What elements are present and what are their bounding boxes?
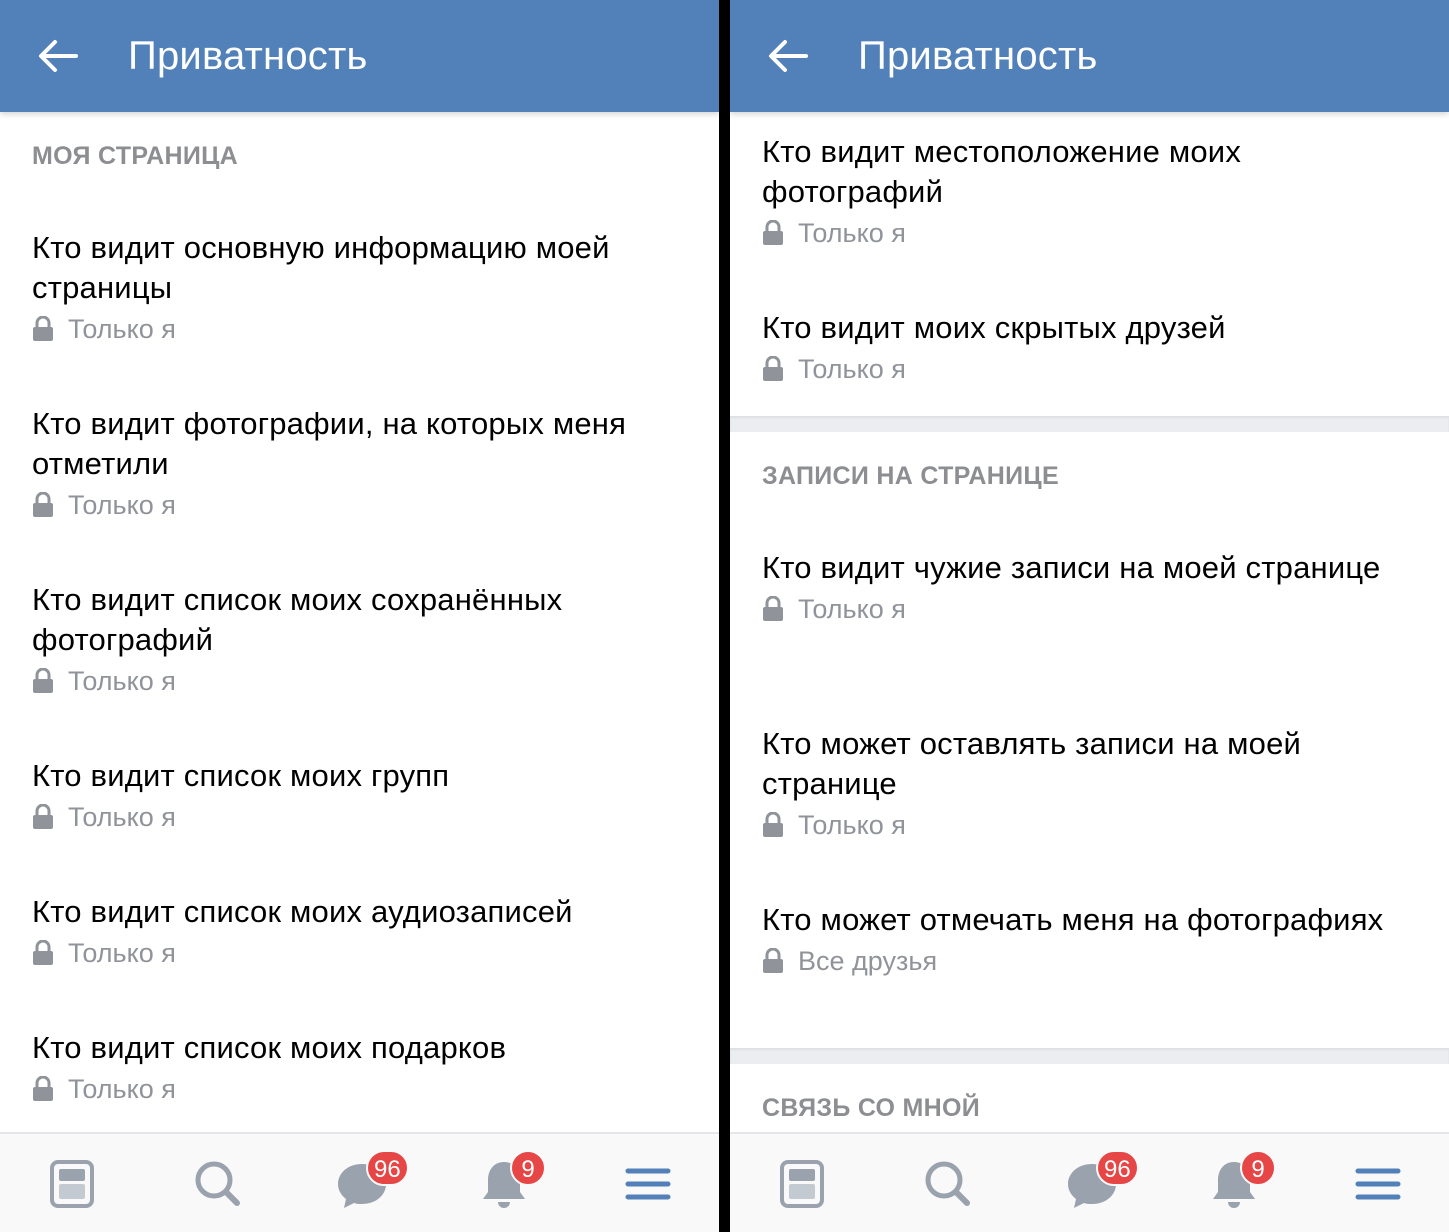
item-title: Кто видит моих скрытых друзей: [762, 310, 1226, 345]
item-value: Только я: [762, 349, 1402, 389]
tab-search[interactable]: [917, 1154, 977, 1214]
item-value: Только я: [762, 589, 1402, 629]
menu-icon: [625, 1168, 671, 1200]
item-title: Кто видит местоположение моих фотографий: [762, 134, 1242, 209]
search-icon: [195, 1161, 240, 1206]
lock-icon: [763, 220, 783, 245]
section-separator: [730, 1048, 1449, 1064]
item-title: Кто видит список моих сохранённых фотогр…: [32, 582, 563, 657]
lock-icon: [763, 948, 783, 973]
lock-icon: [33, 668, 53, 693]
privacy-item-others-posts[interactable]: Кто видит чужие записи на моей странице …: [762, 548, 1402, 629]
item-value: Только я: [762, 805, 1402, 845]
tab-messages[interactable]: 96: [1062, 1150, 1139, 1214]
item-value: Только я: [32, 797, 672, 837]
lock-icon: [33, 316, 53, 341]
tab-menu[interactable]: [618, 1154, 678, 1214]
lock-icon: [763, 356, 783, 381]
privacy-item-gifts[interactable]: Кто видит список моих подарков Только я: [32, 1028, 672, 1109]
tab-news[interactable]: [42, 1154, 102, 1214]
section-title-my-page: МОЯ СТРАНИЦА: [32, 142, 239, 170]
back-arrow-icon: [769, 40, 808, 72]
tab-notifications[interactable]: 9: [474, 1150, 546, 1214]
back-arrow-icon: [39, 40, 78, 72]
item-value: Только я: [32, 1069, 672, 1109]
lock-icon: [33, 1076, 53, 1101]
news-icon: [780, 1160, 824, 1208]
item-title: Кто видит чужие записи на моей странице: [762, 550, 1381, 585]
notifications-badge: 9: [1240, 1150, 1276, 1186]
item-title: Кто видит основную информацию моей стран…: [32, 230, 610, 305]
news-icon: [50, 1160, 94, 1208]
bottom-tab-bar: 96 9: [0, 1132, 719, 1232]
messages-badge: 96: [366, 1150, 409, 1186]
privacy-item-photo-location[interactable]: Кто видит местоположение моих фотографий…: [762, 132, 1402, 253]
privacy-item-saved-photos[interactable]: Кто видит список моих сохранённых фотогр…: [32, 580, 672, 701]
item-value-text: Только я: [68, 314, 176, 344]
item-value-text: Только я: [68, 1074, 176, 1104]
lock-icon: [33, 492, 53, 517]
privacy-item-leave-posts[interactable]: Кто может оставлять записи на моей стран…: [762, 724, 1402, 845]
lock-icon: [763, 596, 783, 621]
tab-news[interactable]: [772, 1154, 832, 1214]
item-value: Только я: [32, 485, 672, 525]
item-title: Кто видит список моих групп: [32, 758, 450, 793]
item-value-text: Только я: [68, 666, 176, 696]
top-bar: Приватность: [0, 0, 719, 112]
item-value-text: Только я: [798, 594, 906, 624]
notifications-badge: 9: [510, 1150, 546, 1186]
lock-icon: [763, 812, 783, 837]
screenshot: Приватность МОЯ СТРАНИЦА Кто видит основ…: [0, 0, 1449, 1232]
lock-icon: [33, 940, 53, 965]
back-button[interactable]: [30, 28, 86, 84]
item-value: Только я: [32, 661, 672, 701]
item-value-text: Только я: [68, 490, 176, 520]
section-separator: [730, 416, 1449, 432]
section-title-posts: ЗАПИСИ НА СТРАНИЦЕ: [762, 462, 1059, 490]
top-bar: Приватность: [730, 0, 1449, 112]
item-title: Кто может оставлять записи на моей стран…: [762, 726, 1302, 801]
item-title: Кто может отмечать меня на фотографиях: [762, 902, 1384, 937]
item-value-text: Только я: [798, 218, 906, 248]
settings-list: МОЯ СТРАНИЦА Кто видит основную информац…: [0, 112, 719, 1134]
tab-messages[interactable]: 96: [332, 1150, 409, 1214]
item-value-text: Только я: [798, 354, 906, 384]
privacy-item-groups[interactable]: Кто видит список моих групп Только я: [32, 756, 672, 837]
tab-notifications[interactable]: 9: [1204, 1150, 1276, 1214]
page-title: Приватность: [858, 34, 1098, 78]
section-title-contact: СВЯЗЬ СО МНОЙ: [762, 1094, 981, 1122]
right-screen: Приватность Кто видит местоположение мои…: [730, 0, 1449, 1232]
item-value: Только я: [32, 933, 672, 973]
tab-menu[interactable]: [1348, 1154, 1408, 1214]
item-value: Только я: [32, 309, 672, 349]
back-button[interactable]: [760, 28, 816, 84]
privacy-item-basic-info[interactable]: Кто видит основную информацию моей стран…: [32, 228, 672, 349]
privacy-item-tag-me[interactable]: Кто может отмечать меня на фотографиях В…: [762, 900, 1402, 981]
item-title: Кто видит фотографии, на которых меня от…: [32, 406, 627, 481]
bottom-tab-bar: 96 9: [730, 1132, 1449, 1232]
item-value: Все друзья: [762, 941, 1402, 981]
item-value-text: Все друзья: [798, 946, 938, 976]
search-icon: [925, 1161, 970, 1206]
left-screen: Приватность МОЯ СТРАНИЦА Кто видит основ…: [0, 0, 719, 1232]
privacy-item-hidden-friends[interactable]: Кто видит моих скрытых друзей Только я: [762, 308, 1402, 389]
privacy-item-audio[interactable]: Кто видит список моих аудиозаписей Тольк…: [32, 892, 672, 973]
privacy-item-tagged-photos[interactable]: Кто видит фотографии, на которых меня от…: [32, 404, 672, 525]
menu-icon: [1355, 1168, 1401, 1200]
item-title: Кто видит список моих аудиозаписей: [32, 894, 573, 929]
item-title: Кто видит список моих подарков: [32, 1030, 507, 1065]
item-value-text: Только я: [798, 810, 906, 840]
item-value-text: Только я: [68, 802, 176, 832]
messages-badge: 96: [1096, 1150, 1139, 1186]
lock-icon: [33, 804, 53, 829]
settings-list: Кто видит местоположение моих фотографий…: [730, 112, 1449, 1134]
page-title: Приватность: [128, 34, 368, 78]
tab-search[interactable]: [187, 1154, 247, 1214]
item-value: Только я: [762, 213, 1402, 253]
item-value-text: Только я: [68, 938, 176, 968]
